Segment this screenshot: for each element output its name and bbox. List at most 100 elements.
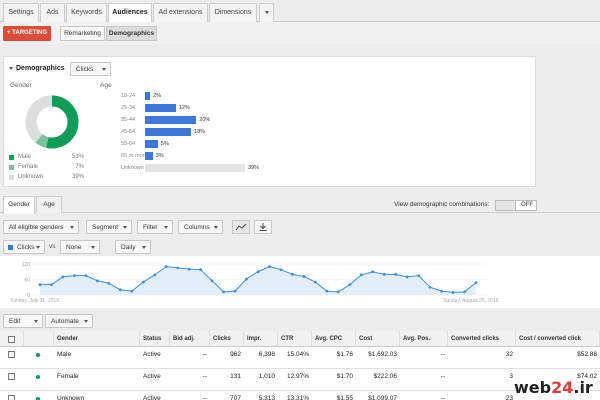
age-bar <box>145 92 151 100</box>
clicks-point[interactable] <box>84 274 88 278</box>
row-checkbox[interactable] <box>8 373 15 380</box>
clicks-point[interactable] <box>474 281 478 284</box>
clicks-point[interactable] <box>141 280 145 284</box>
gender-cell[interactable]: Female <box>54 369 140 391</box>
age-bar <box>145 152 153 160</box>
clicks-point[interactable] <box>95 279 99 283</box>
clicks-point[interactable] <box>313 280 317 284</box>
cost-cell: $1,099.07 <box>368 395 397 400</box>
gender-filter-label: All eligible genders <box>9 224 64 231</box>
header-cost[interactable]: Cost <box>356 331 400 347</box>
y-tick-label: 60 <box>24 278 30 284</box>
tab-settings[interactable]: Settings <box>3 3 39 22</box>
gender-filter-dropdown[interactable]: All eligible genders <box>3 220 79 234</box>
columns-dropdown[interactable]: Columns <box>178 220 223 234</box>
demographics-toggle[interactable]: Demographics <box>9 65 65 72</box>
more-tabs-button[interactable] <box>259 3 274 22</box>
age-label: 18-24 <box>121 93 136 99</box>
header-converted-clicks[interactable]: Converted clicks <box>448 331 516 347</box>
clicks-point[interactable] <box>302 275 306 278</box>
header-impr[interactable]: Impr. <box>244 331 278 347</box>
download-button[interactable] <box>254 220 272 234</box>
clicks-point[interactable] <box>153 273 157 277</box>
legend-swatch <box>9 165 14 170</box>
clicks-point[interactable] <box>405 275 409 279</box>
clicks-point[interactable] <box>463 290 466 294</box>
clicks-point[interactable] <box>336 290 340 294</box>
chevron-down-icon <box>123 226 127 229</box>
clicks-point[interactable] <box>233 289 237 293</box>
clicks-point[interactable] <box>291 272 294 276</box>
header-cost-per-converted[interactable]: Cost / converted click <box>516 331 600 347</box>
clicks-point[interactable] <box>428 285 432 289</box>
clicks-point[interactable] <box>130 289 134 293</box>
automate-dropdown[interactable]: Automate <box>45 314 93 328</box>
header-clicks[interactable]: Clicks <box>210 331 244 347</box>
header-status[interactable]: Status <box>140 331 170 347</box>
tab-ads[interactable]: Ads <box>40 3 65 22</box>
clicks-point[interactable] <box>50 283 53 287</box>
tab-age[interactable]: Age <box>36 196 62 213</box>
performance-chart-area: 120 60 0 <box>0 256 600 308</box>
clicks-cell: 131 <box>230 373 241 380</box>
gender-cell[interactable]: Unknown <box>54 391 140 400</box>
clicks-point[interactable] <box>256 270 260 274</box>
clicks-point[interactable] <box>199 268 203 272</box>
gender-cell[interactable]: Male <box>54 347 140 369</box>
clicks-point[interactable] <box>222 290 225 294</box>
clicks-point[interactable] <box>187 267 191 271</box>
chevron-down-icon <box>34 320 38 323</box>
tab-gender[interactable]: Gender <box>3 196 35 214</box>
metric1-dropdown[interactable]: Clicks <box>3 240 45 254</box>
metric-dropdown-label: Clicks <box>76 66 94 73</box>
clicks-point[interactable] <box>118 288 122 292</box>
clicks-point[interactable] <box>325 289 329 293</box>
legend-swatch <box>9 155 14 160</box>
age-label: 45-54 <box>121 129 136 135</box>
clicks-point[interactable] <box>73 274 76 278</box>
chart-toggle-button[interactable] <box>232 220 250 234</box>
tab-keywords[interactable]: Keywords <box>66 3 107 22</box>
add-targeting-button[interactable]: + TARGETING <box>3 26 51 41</box>
segment-dropdown[interactable]: Segment <box>86 220 132 234</box>
clicks-point[interactable] <box>61 275 65 279</box>
tab-ad-extensions[interactable]: Ad extensions <box>153 3 208 22</box>
metric-dropdown[interactable]: Clicks <box>70 62 111 76</box>
header-avg-pos[interactable]: Avg. Pos. <box>400 331 448 347</box>
clicks-point[interactable] <box>382 272 386 276</box>
status-dot-icon <box>36 353 40 357</box>
tab-audiences[interactable]: Audiences <box>108 3 152 23</box>
edit-dropdown[interactable]: Edit <box>3 314 43 328</box>
period-dropdown[interactable]: Daily <box>115 240 151 254</box>
clicks-point[interactable] <box>451 291 455 294</box>
header-bid-adj[interactable]: Bid adj. <box>170 331 210 347</box>
select-all-checkbox[interactable] <box>8 336 15 343</box>
clicks-point[interactable] <box>394 272 398 276</box>
status-cell: Active <box>143 395 161 400</box>
clicks-point[interactable] <box>245 277 248 281</box>
combinations-toggle[interactable]: OFF <box>495 200 537 211</box>
clicks-point[interactable] <box>107 281 111 285</box>
metric2-dropdown[interactable]: None <box>60 240 100 254</box>
clicks-point[interactable] <box>164 265 168 268</box>
clicks-point[interactable] <box>348 283 352 287</box>
filter-dropdown[interactable]: Filter <box>137 220 173 234</box>
header-ctr[interactable]: CTR <box>278 331 312 347</box>
clicks-point[interactable] <box>268 265 271 268</box>
header-gender[interactable]: Gender <box>54 331 140 347</box>
segment-remarketing[interactable]: Remarketing <box>60 26 105 41</box>
row-checkbox[interactable] <box>8 395 15 400</box>
clicks-point[interactable] <box>38 283 42 287</box>
clicks-point[interactable] <box>359 273 363 277</box>
clicks-point[interactable] <box>417 274 421 278</box>
avg-pos-cell: -- <box>440 351 445 358</box>
clicks-point[interactable] <box>176 266 180 270</box>
row-checkbox[interactable] <box>8 351 15 358</box>
header-avg-cpc[interactable]: Avg. CPC <box>312 331 356 347</box>
clicks-point[interactable] <box>440 289 443 293</box>
tab-dimensions[interactable]: Dimensions <box>209 3 257 22</box>
clicks-point[interactable] <box>371 270 375 274</box>
clicks-point[interactable] <box>279 268 283 272</box>
segment-demographics[interactable]: Demographics <box>106 26 157 41</box>
clicks-point[interactable] <box>210 279 214 283</box>
